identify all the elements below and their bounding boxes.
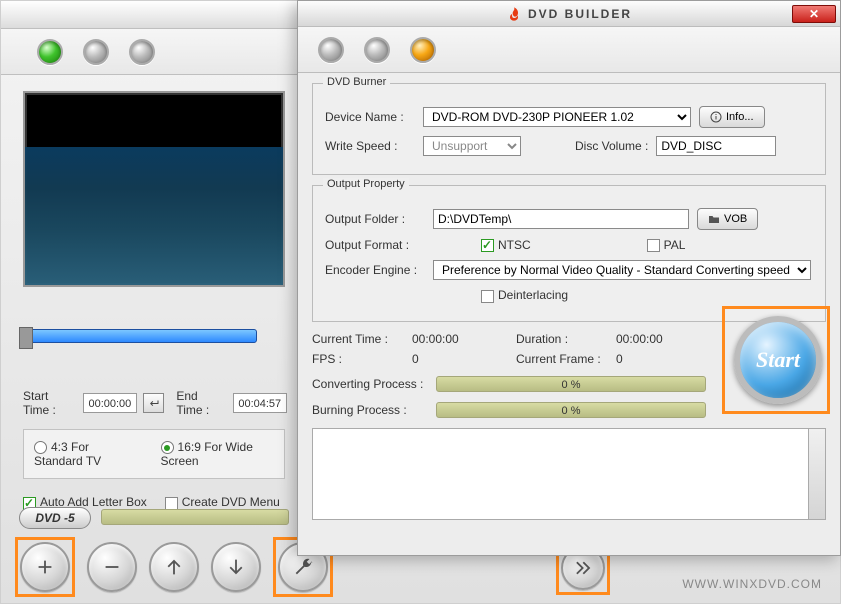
disc-volume-label: Disc Volume : bbox=[575, 139, 648, 153]
move-up-button[interactable] bbox=[149, 542, 199, 592]
fps-value: 0 bbox=[412, 352, 502, 366]
minus-icon bbox=[101, 556, 123, 578]
mode-led-3[interactable] bbox=[129, 39, 155, 65]
output-property-panel: Output Property Output Folder : VOB Outp… bbox=[312, 185, 826, 322]
current-frame-label: Current Frame : bbox=[516, 352, 604, 366]
deinterlacing-checkbox[interactable]: Deinterlacing bbox=[481, 288, 568, 302]
output-folder-label: Output Folder : bbox=[325, 212, 425, 226]
dvd-builder-title-bar: DVD BUILDER ✕ bbox=[298, 1, 840, 27]
device-info-button[interactable]: Info... bbox=[699, 106, 765, 128]
close-button[interactable]: ✕ bbox=[792, 5, 836, 23]
wrench-icon bbox=[292, 556, 314, 578]
end-time-input[interactable]: 00:04:57 bbox=[233, 393, 287, 413]
window-title: DVD BUILDER bbox=[506, 6, 632, 22]
arrow-up-icon bbox=[163, 556, 185, 578]
encoder-engine-label: Encoder Engine : bbox=[325, 263, 425, 277]
write-speed-label: Write Speed : bbox=[325, 139, 415, 153]
add-file-button[interactable] bbox=[20, 542, 70, 592]
highlight-add bbox=[15, 537, 75, 597]
current-time-label: Current Time : bbox=[312, 332, 400, 346]
burning-percent: 0 % bbox=[562, 403, 581, 419]
arrow-down-icon bbox=[225, 556, 247, 578]
write-speed-select[interactable]: Unsupport bbox=[423, 136, 521, 156]
dvd-burner-legend: DVD Burner bbox=[323, 76, 390, 88]
footer-url: WWW.WINXDVD.COM bbox=[682, 577, 822, 591]
builder-led-3[interactable] bbox=[410, 37, 436, 63]
window-title-text: DVD BUILDER bbox=[528, 7, 632, 21]
output-format-label: Output Format : bbox=[325, 238, 425, 252]
aspect-43-radio[interactable]: 4:3 For Standard TV bbox=[34, 440, 141, 468]
aspect-ratio-group: 4:3 For Standard TV 16:9 For Wide Screen bbox=[23, 429, 285, 479]
plus-icon bbox=[34, 556, 56, 578]
builder-led-1[interactable] bbox=[318, 37, 344, 63]
converting-percent: 0 % bbox=[562, 377, 581, 393]
vob-label: VOB bbox=[724, 213, 747, 225]
info-label: Info... bbox=[726, 111, 754, 123]
duration-value: 00:00:00 bbox=[616, 332, 706, 346]
mode-led-1[interactable] bbox=[37, 39, 63, 65]
time-row: Start Time : 00:00:00 End Time : 00:04:5… bbox=[23, 389, 287, 417]
start-button[interactable]: Start bbox=[734, 316, 822, 404]
builder-mode-bar bbox=[298, 27, 840, 73]
double-chevron-right-icon bbox=[572, 557, 594, 579]
set-start-time-button[interactable] bbox=[143, 393, 164, 413]
current-frame-value: 0 bbox=[616, 352, 706, 366]
return-icon bbox=[148, 397, 160, 409]
disc-volume-input[interactable] bbox=[656, 136, 776, 156]
ntsc-checkbox[interactable]: NTSC bbox=[481, 238, 531, 252]
start-time-input[interactable]: 00:00:00 bbox=[83, 393, 137, 413]
end-time-label: End Time : bbox=[176, 389, 226, 417]
device-name-select[interactable]: DVD-ROM DVD-230P PIONEER 1.02 bbox=[423, 107, 691, 127]
log-scrollbar-thumb[interactable] bbox=[811, 431, 823, 445]
flame-icon bbox=[506, 6, 522, 22]
dvd-burner-panel: DVD Burner Device Name : DVD-ROM DVD-230… bbox=[312, 83, 826, 175]
preview-frame-image bbox=[25, 147, 283, 285]
burning-progress-bar: 0 % bbox=[436, 402, 706, 418]
dvd-builder-window: DVD BUILDER ✕ DVD Burner Device Name : D… bbox=[297, 0, 841, 556]
converting-progress-bar: 0 % bbox=[436, 376, 706, 392]
pal-label: PAL bbox=[664, 238, 686, 252]
mode-led-2[interactable] bbox=[83, 39, 109, 65]
log-textarea[interactable] bbox=[312, 428, 826, 520]
preview-area: Start Time : 00:00:00 End Time : 00:04:5… bbox=[23, 91, 287, 510]
encoder-engine-select[interactable]: Preference by Normal Video Quality - Sta… bbox=[433, 260, 811, 280]
dvd-type-badge[interactable]: DVD -5 bbox=[19, 507, 91, 529]
device-name-label: Device Name : bbox=[325, 110, 415, 124]
deinterlacing-label: Deinterlacing bbox=[498, 288, 568, 302]
aspect-169-radio[interactable]: 16:9 For Wide Screen bbox=[161, 440, 274, 468]
video-preview[interactable] bbox=[23, 91, 285, 287]
disc-capacity-bar bbox=[101, 509, 289, 525]
output-property-legend: Output Property bbox=[323, 178, 409, 190]
dvd-menu-checkbox[interactable]: Create DVD Menu bbox=[165, 495, 280, 509]
current-time-value: 00:00:00 bbox=[412, 332, 502, 346]
duration-label: Duration : bbox=[516, 332, 604, 346]
converting-label: Converting Process : bbox=[312, 377, 428, 391]
builder-led-2[interactable] bbox=[364, 37, 390, 63]
pal-checkbox[interactable]: PAL bbox=[647, 238, 686, 252]
ntsc-label: NTSC bbox=[498, 238, 531, 252]
remove-file-button[interactable] bbox=[87, 542, 137, 592]
info-icon bbox=[710, 111, 722, 123]
burning-label: Burning Process : bbox=[312, 403, 428, 417]
fps-label: FPS : bbox=[312, 352, 400, 366]
seek-slider[interactable] bbox=[23, 329, 257, 343]
dvd-menu-label: Create DVD Menu bbox=[182, 495, 280, 509]
start-time-label: Start Time : bbox=[23, 389, 77, 417]
aspect-169-label: 16:9 For Wide Screen bbox=[161, 440, 253, 468]
folder-icon bbox=[708, 214, 720, 224]
output-folder-input[interactable] bbox=[433, 209, 689, 229]
bottom-toolbar bbox=[15, 537, 333, 597]
move-down-button[interactable] bbox=[211, 542, 261, 592]
browse-vob-button[interactable]: VOB bbox=[697, 208, 758, 230]
